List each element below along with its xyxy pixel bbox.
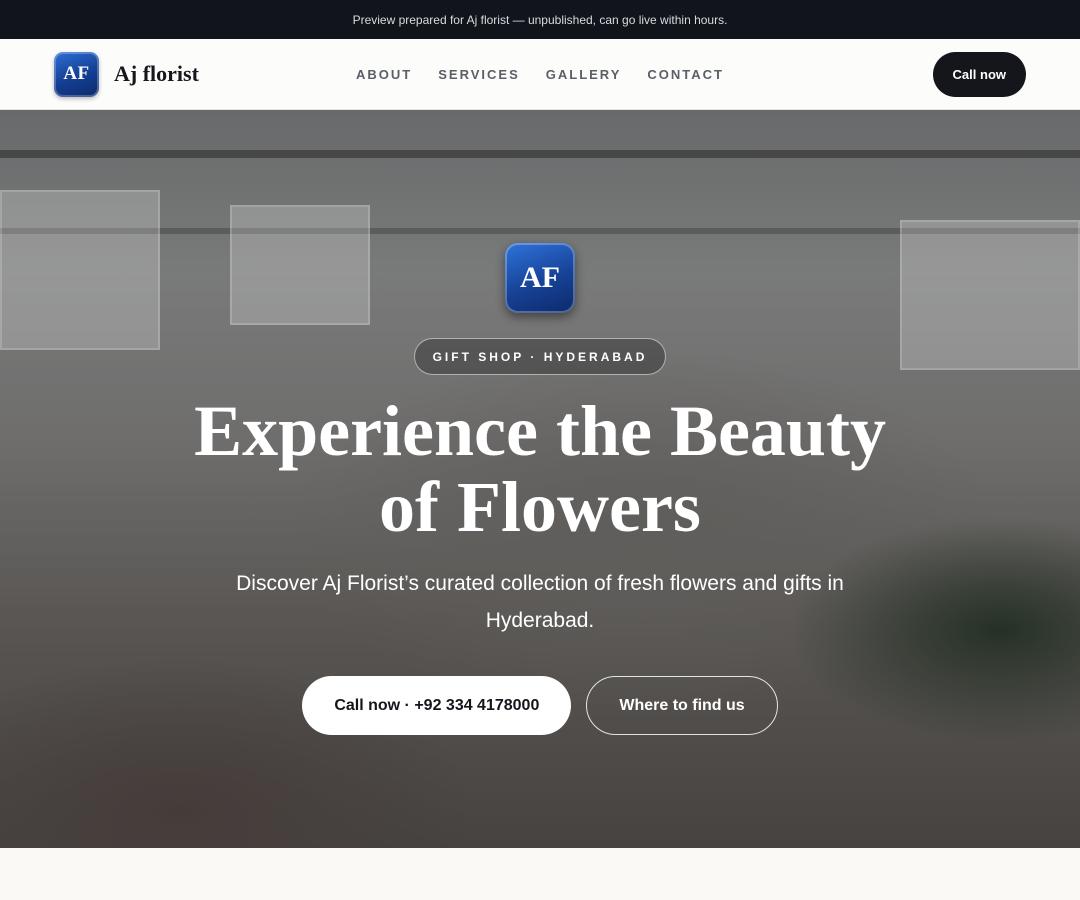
main-menu: ABOUT SERVICES GALLERY CONTACT [356, 67, 724, 82]
preview-banner: Preview prepared for Aj florist — unpubl… [0, 0, 1080, 39]
brand[interactable]: AF Aj florist [54, 51, 199, 97]
nav-item-gallery[interactable]: GALLERY [546, 67, 622, 82]
brand-logo-icon: AF [54, 51, 99, 97]
hero-logo-icon: AF [505, 243, 575, 313]
hero-content: AF GIFT SHOP · HYDERABAD Experience the … [0, 110, 1080, 848]
site-header: AF Aj florist ABOUT SERVICES GALLERY CON… [0, 39, 1080, 110]
nav-item-about[interactable]: ABOUT [356, 67, 412, 82]
call-now-button[interactable]: Call now [932, 51, 1026, 97]
nav-item-services[interactable]: SERVICES [438, 67, 520, 82]
call-phone-button[interactable]: Call now · +92 334 4178000 [302, 676, 572, 735]
brand-name: Aj florist [114, 61, 199, 86]
category-badge: GIFT SHOP · HYDERABAD [413, 338, 667, 375]
preview-banner-text: Preview prepared for Aj florist — unpubl… [352, 12, 728, 27]
brand-logo-initials: AF [63, 63, 90, 84]
hero-headline: Experience the Beauty of Flowers [194, 391, 886, 547]
hero-logo-initials: AF [520, 261, 560, 294]
hero-cta-group: Call now · +92 334 4178000 Where to find… [302, 676, 778, 735]
hero-section: AF GIFT SHOP · HYDERABAD Experience the … [0, 110, 1080, 848]
nav-item-contact[interactable]: CONTACT [647, 67, 724, 82]
find-us-button[interactable]: Where to find us [586, 676, 778, 735]
hero-subtitle: Discover Aj Florist’s curated collection… [236, 572, 844, 632]
